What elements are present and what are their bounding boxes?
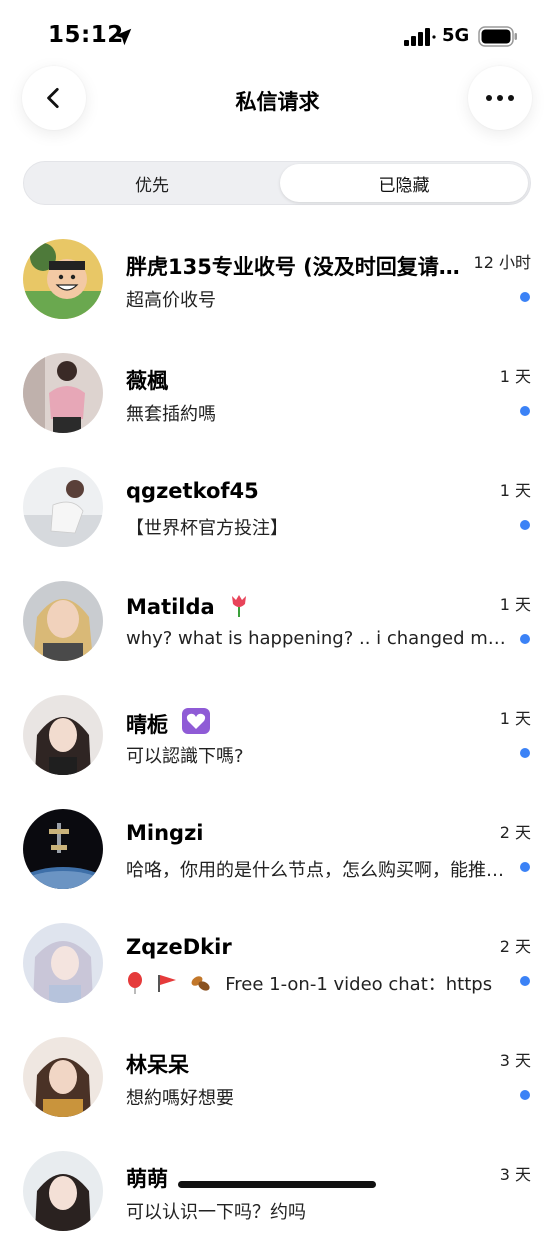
thread-preview: 可以认识一下吗？约吗 [126, 1202, 306, 1223]
more-button[interactable] [468, 66, 532, 130]
thread-name: Mingzi [126, 821, 204, 845]
thread-time: 1 天 [499, 595, 531, 614]
avatar [23, 809, 103, 889]
thread-name-text: 晴栀 [126, 713, 168, 737]
thread-row[interactable]: 林呆呆 3 天 想約嗎好想要 [0, 1018, 555, 1132]
thread-preview: why? what is happening? .. i changed my … [126, 628, 508, 649]
thread-name: 薇楓 [126, 369, 168, 393]
unread-dot [520, 748, 530, 758]
thread-time: 3 天 [499, 1051, 531, 1070]
thread-name: ZqzeDkir [126, 935, 232, 959]
thread-name-text: Matilda [126, 595, 215, 619]
thread-name: 萌萌 [126, 1167, 168, 1191]
nav-header: 私信请求 [0, 60, 555, 140]
unread-dot [520, 292, 530, 302]
balloon-icon [128, 972, 142, 994]
avatar [23, 581, 103, 661]
thread-name: 晴栀 [126, 707, 461, 739]
unread-dot [520, 1090, 530, 1100]
avatar [23, 1037, 103, 1117]
avatar [23, 695, 103, 775]
avatar [23, 353, 103, 433]
tulip-icon [232, 595, 247, 617]
leaves-icon [192, 976, 211, 991]
thread-time: 3 天 [499, 1165, 531, 1184]
thread-row[interactable]: 萌萌 3 天 可以认识一下吗？约吗 [0, 1132, 555, 1246]
location-arrow-icon [114, 28, 132, 46]
thread-preview: 可以認識下嗎? [126, 746, 244, 767]
purple-heart-icon [182, 708, 211, 734]
more-horizontal-icon [486, 95, 514, 101]
avatar [23, 923, 103, 1003]
thread-name: 胖虎135专业收号 (没及时回复请等待) [126, 255, 461, 279]
thread-time: 1 天 [499, 709, 531, 728]
thread-preview-text: Free 1-on-1 video chat：https [225, 974, 493, 995]
thread-preview: 【世界杯官方投注】 [126, 518, 288, 539]
thread-row[interactable]: 薇楓 1 天 無套插約嗎 [0, 334, 555, 448]
avatar [23, 239, 103, 319]
tab-hidden[interactable]: 已隐藏 [280, 164, 528, 202]
thread-preview: 想約嗎好想要 [126, 1088, 234, 1109]
thread-name: qgzetkof45 [126, 479, 259, 503]
tab-priority[interactable]: 优先 [26, 164, 278, 202]
thread-name: Matilda [126, 593, 461, 619]
thread-row[interactable]: Mingzi 2 天 哈咯，你用的是什么节点，怎么购买啊，能推荐一下吗 [0, 790, 555, 904]
thread-row[interactable]: qgzetkof45 1 天 【世界杯官方投注】 [0, 448, 555, 562]
thread-time: 2 天 [499, 937, 531, 956]
avatar [23, 467, 103, 547]
thread-preview: 哈咯，你用的是什么节点，怎么购买啊，能推荐一下吗 [126, 860, 508, 881]
avatar [23, 1151, 103, 1231]
thread-time: 12 小时 [473, 253, 531, 272]
battery-icon [478, 26, 517, 47]
thread-row[interactable]: 晴栀 1 天 可以認識下嗎? [0, 676, 555, 790]
thread-row[interactable]: 胖虎135专业收号 (没及时回复请等待) 12 小时 超高价收号 [0, 220, 555, 334]
thread-preview: 超高价收号 [126, 290, 216, 311]
unread-dot [520, 634, 530, 644]
thread-time: 1 天 [499, 367, 531, 386]
unread-dot [520, 976, 530, 986]
home-indicator [178, 1181, 376, 1188]
thread-preview: Free 1-on-1 video chat：https [126, 970, 508, 996]
unread-dot [520, 406, 530, 416]
network-type: 5G [442, 25, 470, 46]
signal-icon [404, 28, 436, 46]
thread-time: 2 天 [499, 823, 531, 842]
unread-dot [520, 520, 530, 530]
unread-dot [520, 862, 530, 872]
thread-preview: 無套插約嗎 [126, 404, 216, 425]
thread-time: 1 天 [499, 481, 531, 500]
segmented-control: 优先 已隐藏 [23, 161, 531, 205]
thread-name: 林呆呆 [126, 1053, 189, 1077]
message-request-list: 胖虎135专业收号 (没及时回复请等待) 12 小时 超高价收号 薇楓 1 天 … [0, 220, 555, 1246]
thread-row[interactable]: Matilda 1 天 why? what is happening? .. i… [0, 562, 555, 676]
flag-icon [157, 975, 176, 992]
thread-row[interactable]: ZqzeDkir 2 天 Free 1-on-1 video chat：http… [0, 904, 555, 1018]
